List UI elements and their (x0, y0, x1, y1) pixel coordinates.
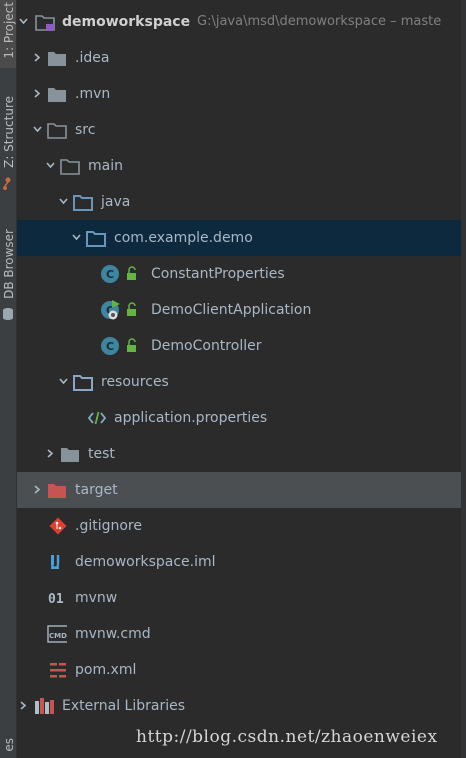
structure-icon (3, 176, 13, 190)
tree-item-label: ConstantProperties (151, 266, 285, 282)
chevron-right-icon[interactable] (33, 53, 42, 62)
tree-item-label: pom.xml (75, 662, 137, 678)
vertical-scrollbar[interactable] (461, 0, 466, 758)
tree-row-file[interactable]: demoworkspace.iml (17, 544, 461, 580)
chevron-right-icon[interactable] (33, 89, 42, 98)
tree-row-class[interactable]: C DemoClientApplication (17, 292, 461, 328)
svg-text:C: C (106, 268, 114, 281)
binary-file-icon: 01 (48, 592, 64, 607)
module-folder-icon (35, 15, 55, 31)
tree-item-label: External Libraries (62, 698, 185, 714)
spring-boot-class-icon: C (101, 300, 120, 320)
tree-item-label: mvnw.cmd (75, 626, 151, 642)
tree-item-label: DemoClientApplication (151, 302, 312, 318)
tree-row-file[interactable]: CMD mvnw.cmd (17, 616, 461, 652)
tree-item-label: mvnw (75, 590, 118, 606)
folder-open-icon (47, 123, 67, 139)
excluded-folder-icon (48, 484, 66, 498)
class-icon: C (101, 265, 119, 283)
tree-item-label: .idea (75, 50, 110, 66)
folder-icon (48, 52, 66, 66)
db-browser-icon (2, 306, 14, 320)
db-browser-tab-label: DB Browser (2, 229, 16, 299)
tree-row-class[interactable]: C ConstantProperties (17, 256, 461, 292)
tree-item-label: DemoController (151, 338, 262, 354)
source-folder-icon (73, 195, 93, 211)
tree-item-label: src (75, 122, 96, 138)
tool-window-sidebar: 1: Project Z: Structure DB Browser es (0, 0, 17, 758)
tree-row-main[interactable]: main (17, 148, 461, 184)
structure-tab-label: Z: Structure (2, 96, 16, 168)
svg-text:CMD: CMD (49, 632, 67, 640)
chevron-down-icon[interactable] (59, 197, 68, 206)
bottom-tab-label: es (2, 738, 16, 752)
tree-row-file[interactable]: application.properties (17, 400, 461, 436)
structure-tool-tab[interactable]: Z: Structure (0, 90, 16, 190)
project-tree: demoworkspace G:\java\msd\demoworkspace … (17, 0, 461, 758)
tree-item-label: target (75, 482, 118, 498)
project-tool-tab[interactable]: 1: Project (0, 0, 16, 68)
tree-item-label: .gitignore (75, 518, 142, 534)
class-icon: C (101, 337, 119, 355)
tree-row-idea[interactable]: .idea (17, 40, 461, 76)
chevron-right-icon[interactable] (46, 449, 55, 458)
tree-row-class[interactable]: C DemoController (17, 328, 461, 364)
tree-row-src[interactable]: src (17, 112, 461, 148)
tree-item-label: .mvn (75, 86, 111, 102)
tree-item-label: application.properties (114, 410, 268, 426)
tree-row-file[interactable]: .gitignore (17, 508, 461, 544)
package-folder-icon (86, 231, 106, 247)
tree-row-test[interactable]: test (17, 436, 461, 472)
chevron-down-icon[interactable] (33, 125, 42, 134)
svg-text:C: C (106, 340, 114, 353)
tree-item-label: test (88, 446, 115, 462)
tree-item-label: com.example.demo (114, 230, 253, 246)
tree-item-label: resources (101, 374, 169, 390)
maven-pom-icon (50, 663, 66, 678)
chevron-down-icon[interactable] (72, 233, 81, 242)
properties-file-icon (87, 411, 107, 425)
git-file-icon (49, 517, 67, 535)
tree-row-target[interactable]: target (17, 472, 461, 508)
root-path-label: G:\java\msd\demoworkspace – maste (197, 14, 442, 29)
project-tab-label: 1: Project (2, 2, 16, 59)
tree-row-file[interactable]: 01 mvnw (17, 580, 461, 616)
tree-row-mvn[interactable]: .mvn (17, 76, 461, 112)
tree-row-package[interactable]: com.example.demo (17, 220, 461, 256)
watermark-text: http://blog.csdn.net/zhaoenweiex (136, 727, 438, 747)
tree-row-root[interactable]: demoworkspace G:\java\msd\demoworkspace … (17, 4, 461, 40)
tree-row-file[interactable]: pom.xml (17, 652, 461, 688)
tree-item-label: demoworkspace.iml (75, 554, 216, 570)
folder-open-icon (60, 159, 80, 175)
bottom-tool-tab[interactable]: es (0, 738, 16, 758)
tree-row-external-libraries[interactable]: External Libraries (17, 688, 461, 724)
intellij-module-file-icon (50, 555, 60, 569)
svg-text:01: 01 (48, 592, 64, 607)
unlocked-icon (127, 266, 136, 280)
tree-item-label: main (88, 158, 123, 174)
chevron-down-icon[interactable] (59, 377, 68, 386)
chevron-down-icon[interactable] (19, 17, 28, 26)
tree-item-label: java (101, 194, 131, 210)
root-folder-label: demoworkspace (62, 14, 191, 30)
chevron-right-icon[interactable] (19, 701, 28, 710)
resources-folder-icon (73, 375, 93, 391)
chevron-right-icon[interactable] (33, 485, 42, 494)
tree-row-resources[interactable]: resources (17, 364, 461, 400)
chevron-down-icon[interactable] (46, 161, 55, 170)
folder-icon (48, 88, 66, 102)
folder-icon (61, 448, 79, 462)
cmd-file-icon: CMD (47, 625, 67, 643)
unlocked-icon (127, 302, 136, 316)
unlocked-icon (127, 338, 136, 352)
tree-row-java[interactable]: java (17, 184, 461, 220)
libraries-icon (35, 698, 54, 714)
